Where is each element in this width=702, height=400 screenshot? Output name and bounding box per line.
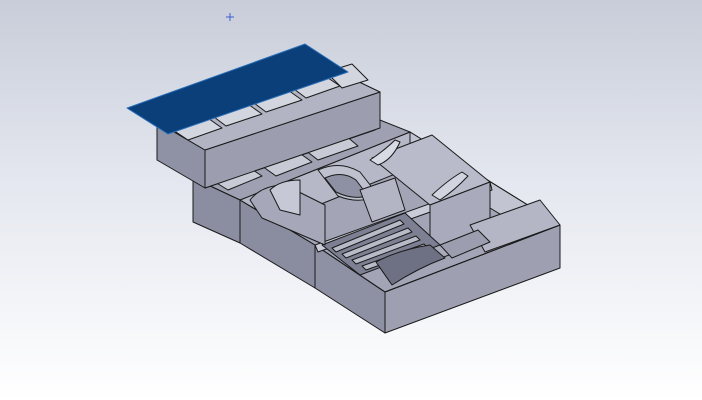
tray-model[interactable] xyxy=(126,43,561,334)
cad-viewport[interactable] xyxy=(0,0,702,400)
origin-marker-icon xyxy=(226,13,234,21)
